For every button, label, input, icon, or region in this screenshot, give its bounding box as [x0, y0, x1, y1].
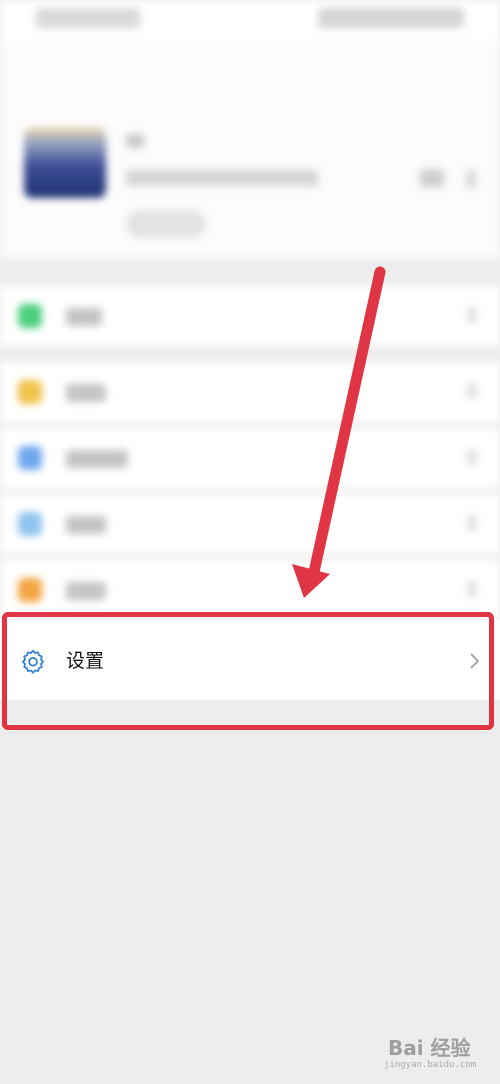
watermark-url: jingyan.baidu.com [384, 1060, 477, 1070]
watermark: Bai 经验 [388, 1036, 471, 1060]
annotation-arrow [292, 266, 386, 598]
